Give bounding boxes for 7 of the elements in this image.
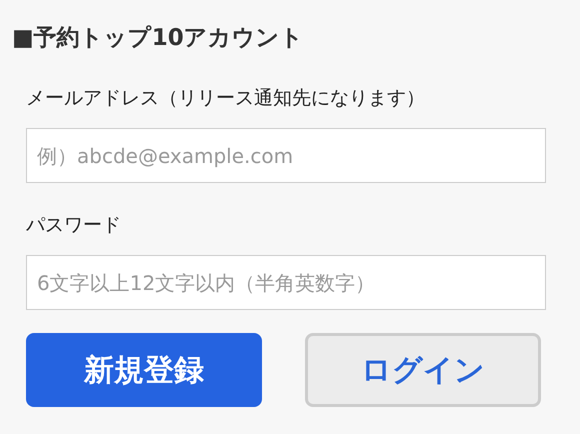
field-label: メールアドレス（リリース通知先になります） — [26, 86, 426, 110]
input-field[interactable]: 例）abcde@example.com — [26, 128, 546, 183]
section-heading: ■予約トップ10アカウント — [12, 24, 305, 53]
login-button[interactable]: ログイン — [305, 333, 541, 407]
register-button[interactable]: 新規登録 — [26, 333, 262, 407]
field-label: パスワード — [26, 213, 122, 237]
input-field[interactable]: 6文字以上12文字以内（半角英数字） — [26, 255, 546, 310]
